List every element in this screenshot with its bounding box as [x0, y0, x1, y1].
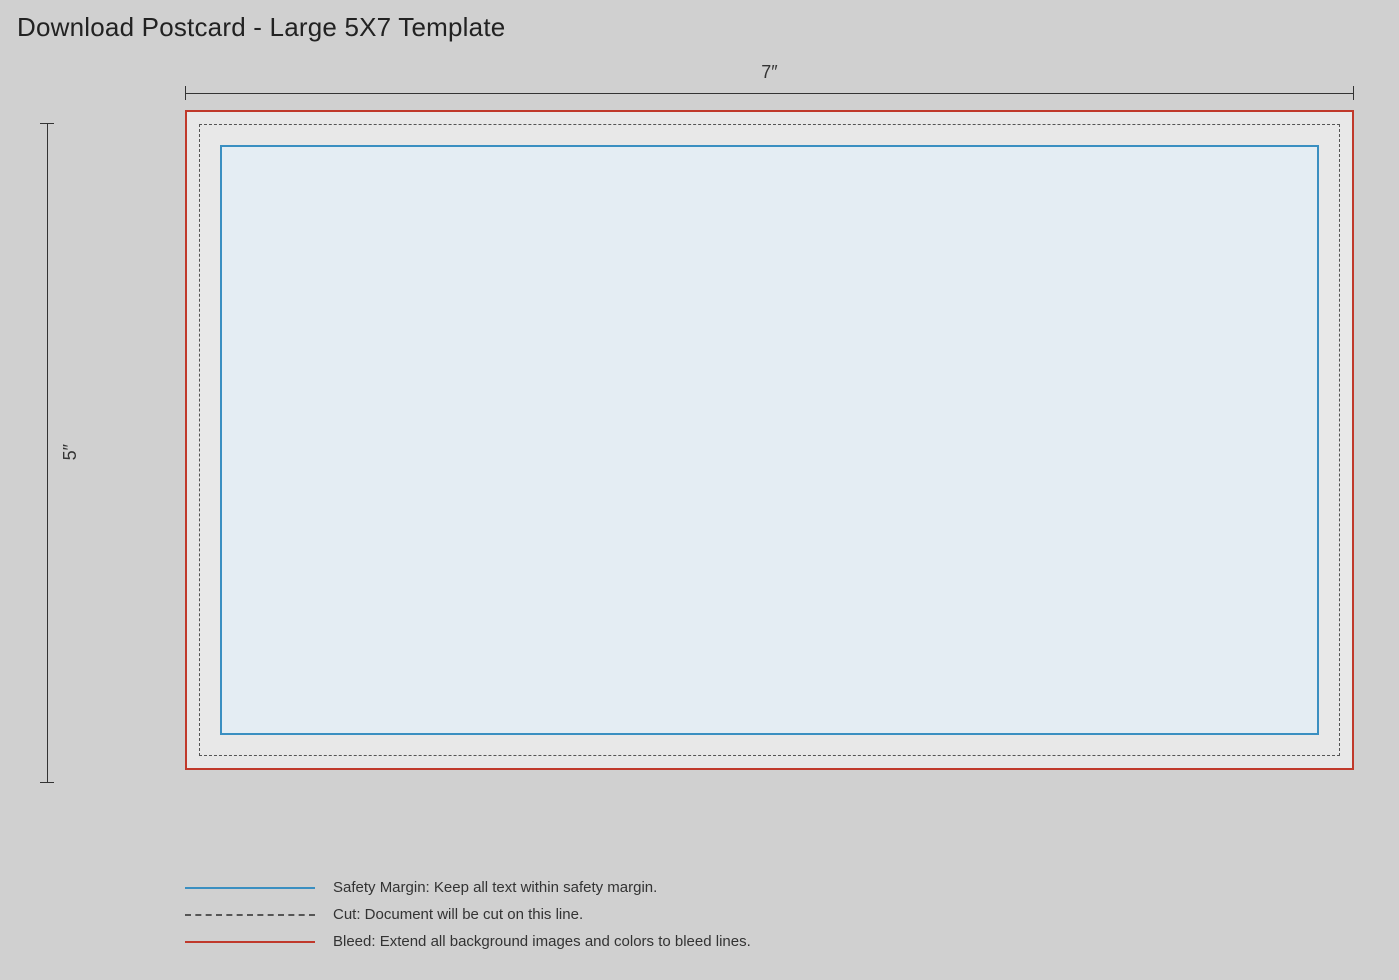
legend-cut: Cut: Document will be cut on this line.: [185, 906, 751, 923]
width-tick-right: [1353, 86, 1354, 100]
dimension-horizontal: 7″: [185, 62, 1354, 100]
height-label: 5″: [60, 444, 81, 460]
cut-line-icon: [185, 914, 315, 916]
page-title: Download Postcard - Large 5X7 Template: [17, 12, 505, 43]
safety-line-label: Safety Margin: Keep all text within safe…: [333, 879, 657, 896]
bleed-line-label: Bleed: Extend all background images and …: [333, 933, 751, 950]
dimension-vertical: 5″: [40, 110, 81, 795]
width-line: [185, 86, 1354, 100]
cut-border: [199, 124, 1340, 756]
width-line-body: [186, 93, 1353, 94]
legend-safety: Safety Margin: Keep all text within safe…: [185, 879, 751, 896]
height-line-body: [47, 124, 48, 782]
legend: Safety Margin: Keep all text within safe…: [185, 879, 751, 950]
height-line: [40, 123, 54, 783]
template-area: [185, 110, 1354, 770]
height-tick-bottom: [40, 782, 54, 783]
bleed-line-icon: [185, 941, 315, 943]
safety-line-icon: [185, 887, 315, 889]
safety-border: [220, 145, 1319, 735]
legend-bleed: Bleed: Extend all background images and …: [185, 933, 751, 950]
width-label: 7″: [761, 62, 777, 83]
cut-line-label: Cut: Document will be cut on this line.: [333, 906, 583, 923]
page-container: Download Postcard - Large 5X7 Template 7…: [0, 0, 1399, 980]
bleed-border: [185, 110, 1354, 770]
